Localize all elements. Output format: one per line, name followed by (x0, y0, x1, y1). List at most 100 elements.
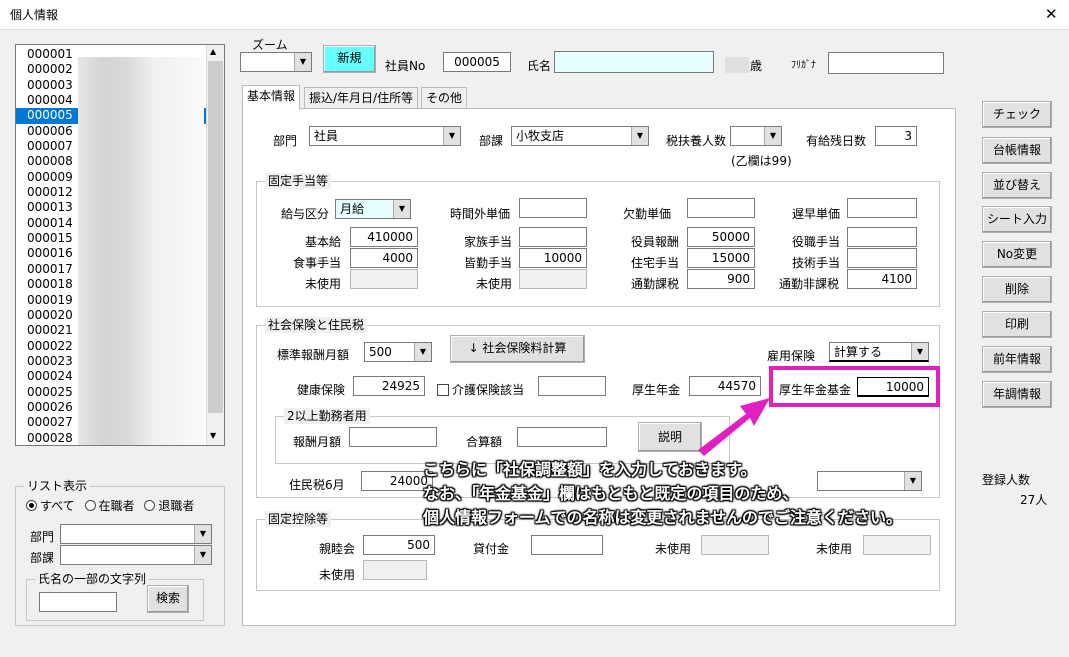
year-end-button[interactable]: 年調情報 (982, 381, 1052, 408)
family-label: 家族手当 (464, 235, 513, 249)
check-button[interactable]: チェック (982, 101, 1052, 128)
search-button[interactable]: 検索 (147, 585, 189, 613)
filter-dept-select[interactable]: ▼ (60, 524, 212, 544)
officer-label: 役員報酬 (631, 235, 680, 249)
pay-type-label: 給与区分 (281, 207, 330, 221)
pay-type-select[interactable]: 月給 ▼ (335, 199, 411, 219)
unused3-field (363, 560, 427, 580)
unused1-field (701, 535, 769, 555)
pension-field[interactable]: 44570 (689, 376, 761, 396)
absence-label: 欠勤単価 (623, 207, 672, 221)
tab-transfer[interactable]: 振込/年月日/住所等 (304, 87, 419, 109)
radio-active[interactable]: 在職者 (84, 499, 135, 513)
overtime-label: 時間外単価 (450, 207, 511, 221)
absence-field[interactable] (687, 198, 755, 218)
name-search-title: 氏名の一部の文字列 (35, 571, 150, 587)
position-field[interactable] (847, 227, 917, 247)
radio-retired[interactable]: 退職者 (144, 499, 194, 513)
emp-no-label: 社員No (385, 59, 426, 73)
calc-insurance-button[interactable]: ↓ 社会保険料計算 (450, 335, 585, 363)
prev-year-button[interactable]: 前年情報 (982, 346, 1052, 373)
total-field[interactable] (517, 427, 607, 447)
name-search-input[interactable] (39, 592, 117, 612)
late-label: 遅早単価 (792, 207, 841, 221)
kana-field[interactable] (828, 52, 944, 74)
chevron-down-icon: ▼ (764, 127, 781, 145)
chevron-down-icon: ▼ (443, 127, 460, 145)
skill-field[interactable] (847, 248, 917, 268)
resident-label: 住民税6月 (289, 478, 345, 492)
fund-field[interactable]: 10000 (857, 377, 929, 397)
section-select[interactable]: 小牧支店 ▼ (511, 126, 649, 146)
radio-group: すべて 在職者 退職者 (26, 497, 194, 514)
employment-label: 雇用保険 (767, 349, 816, 363)
social-label: 親睦会 (319, 542, 356, 556)
social-field[interactable]: 500 (363, 535, 435, 555)
tab-other[interactable]: その他 (421, 87, 468, 109)
late-field[interactable] (847, 198, 917, 218)
delete-button[interactable]: 削除 (982, 276, 1052, 303)
loan-field[interactable] (531, 535, 603, 555)
filter-section-select[interactable]: ▼ (60, 545, 212, 565)
health-field[interactable]: 24925 (353, 376, 425, 396)
allowances-title: 固定手当等 (265, 173, 332, 189)
explain-button[interactable]: 説明 (638, 422, 702, 452)
chevron-down-icon: ▼ (414, 343, 431, 361)
scroll-up-icon[interactable]: ▲ (210, 47, 216, 56)
sort-button[interactable]: 並び替え (982, 172, 1052, 199)
care-field[interactable] (538, 376, 606, 396)
housing-field[interactable]: 15000 (687, 248, 755, 268)
emp-no-field[interactable]: 000005 (443, 52, 511, 72)
base-field[interactable]: 410000 (350, 227, 418, 247)
std-select[interactable]: 500 ▼ (364, 342, 432, 362)
filter-dept-label: 部門 (30, 530, 55, 544)
tab-basic[interactable]: 基本情報 (242, 85, 301, 110)
employee-list[interactable]: 000001 000002 000003 000004 000005 000006 0000… (15, 44, 225, 446)
attendance-field[interactable]: 10000 (519, 248, 587, 268)
scroll-down-icon[interactable]: ▼ (210, 431, 216, 440)
commute-tax-field[interactable]: 900 (687, 269, 755, 289)
print-button[interactable]: 印刷 (982, 311, 1052, 338)
scroll-thumb[interactable] (208, 61, 223, 413)
multi-workplace-group: 2以上勤務者用 報酬月額 合算額 説明 (275, 408, 730, 464)
annotation-line-3: 個人情報フォームでの名称は変更されませんのでご注意ください。 (423, 508, 903, 527)
skill-label: 技術手当 (792, 256, 841, 270)
employment-select[interactable]: 計算する ▼ (829, 342, 929, 362)
commute-free-field[interactable]: 4100 (847, 269, 917, 289)
care-checkbox[interactable]: 介護保険該当 (437, 382, 524, 398)
new-button[interactable]: 新規 (323, 45, 376, 73)
resident-select[interactable]: ▼ (817, 471, 922, 491)
name-field[interactable] (554, 51, 714, 73)
ledger-button[interactable]: 台帳情報 (982, 137, 1052, 164)
age-suffix: 歳 (750, 59, 763, 73)
zoom-select[interactable]: ▼ (240, 52, 312, 72)
remun-field[interactable] (349, 427, 437, 447)
allowances-group: 固定手当等 給与区分 月給 ▼ 時間外単価 欠勤単価 遅早単価 基本給 41000… (256, 173, 940, 307)
dept-label: 部門 (273, 134, 298, 148)
unused-field (350, 269, 418, 289)
sheet-input-button[interactable]: シート入力 (982, 206, 1052, 233)
position-label: 役職手当 (792, 235, 841, 249)
overtime-field[interactable] (519, 198, 587, 218)
family-field[interactable] (519, 227, 587, 247)
close-icon[interactable]: ✕ (1045, 6, 1058, 22)
registration-label: 登録人数 (982, 473, 1031, 487)
age-field (725, 57, 749, 73)
kana-label: ﾌﾘｶﾞﾅ (791, 60, 816, 71)
leave-field[interactable]: 3 (875, 126, 917, 146)
unused2-label: 未使用 (816, 542, 853, 556)
meal-field[interactable]: 4000 (350, 248, 418, 268)
officer-field[interactable]: 50000 (687, 227, 755, 247)
unused2-label: 未使用 (476, 277, 513, 291)
unused2-field (519, 269, 587, 289)
unused-label: 未使用 (305, 277, 342, 291)
dependents-select[interactable]: ▼ (730, 126, 782, 146)
section-label: 部課 (479, 134, 504, 148)
radio-icon (26, 500, 37, 511)
dept-select[interactable]: 社員 ▼ (309, 126, 461, 146)
radio-all[interactable]: すべて (26, 499, 75, 513)
radio-icon (84, 500, 96, 511)
no-change-button[interactable]: No変更 (982, 241, 1052, 268)
deductions-title: 固定控除等 (265, 511, 332, 527)
scrollbar[interactable]: ▲ ▼ (206, 45, 224, 445)
